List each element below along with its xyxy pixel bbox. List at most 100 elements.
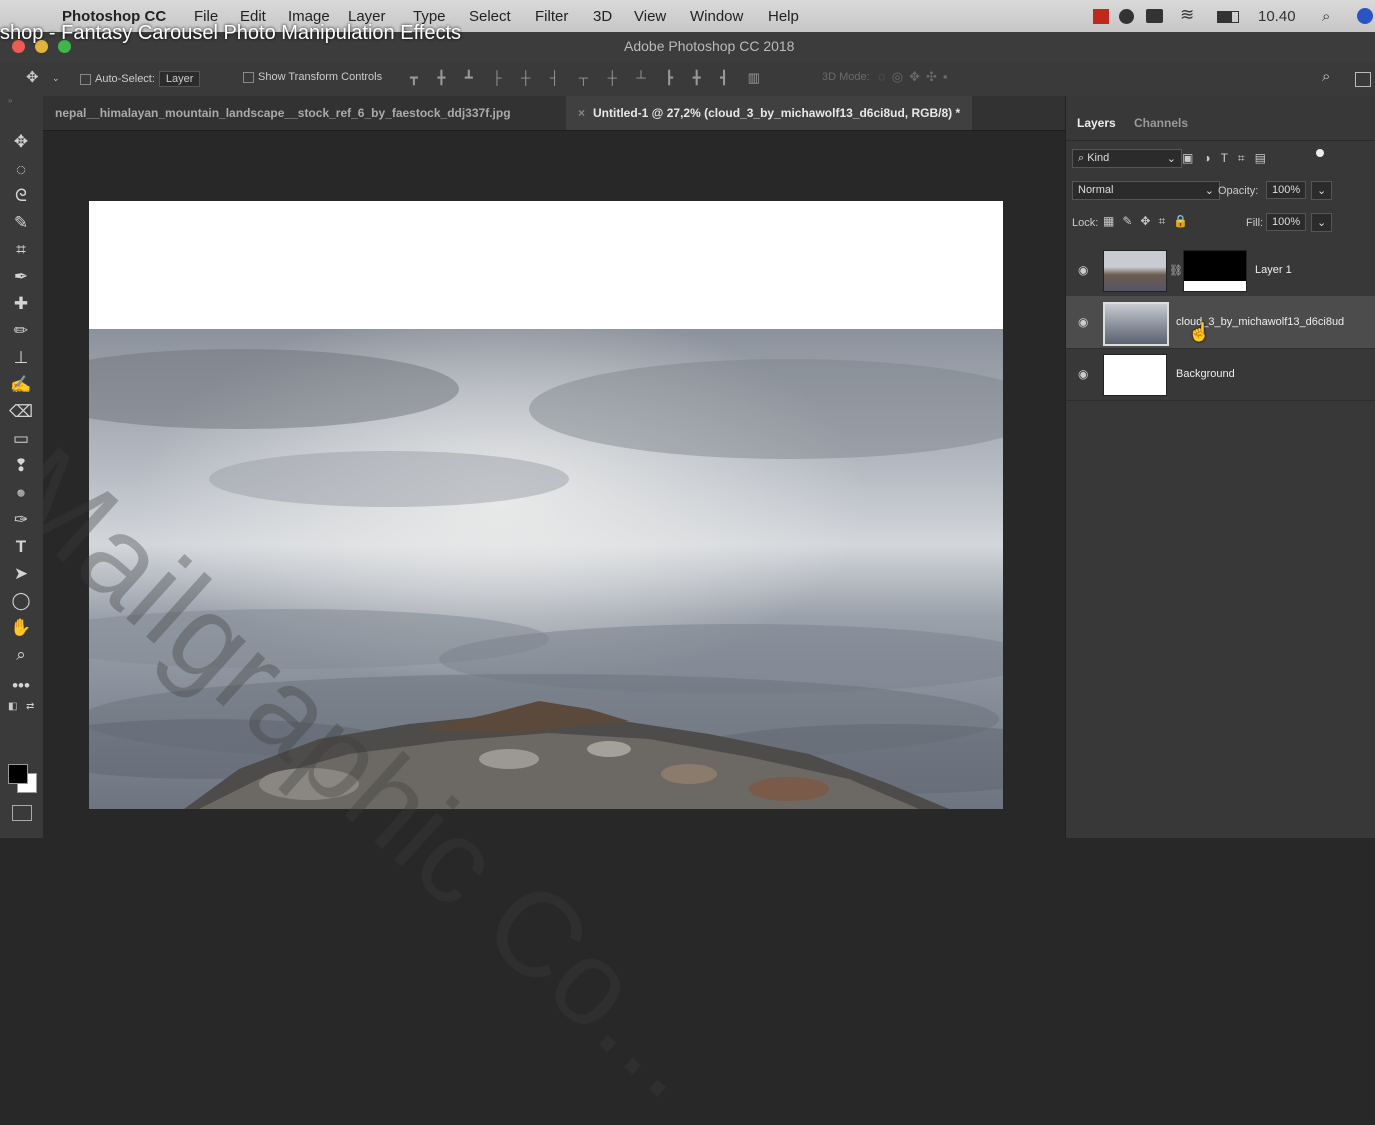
- layer-thumbnail: [1103, 302, 1169, 346]
- tab-label: nepal__himalayan_mountain_landscape__sto…: [55, 106, 511, 120]
- path-selection-tool-icon[interactable]: ➤: [8, 562, 34, 586]
- visibility-eye-icon[interactable]: ◉: [1078, 367, 1088, 381]
- healing-brush-tool-icon[interactable]: ✚: [8, 292, 34, 316]
- menu-3d[interactable]: 3D: [593, 8, 612, 25]
- show-transform-checkbox[interactable]: [243, 71, 254, 83]
- tab-nepal-image[interactable]: nepal__himalayan_mountain_landscape__sto…: [43, 96, 523, 130]
- workspace-icon[interactable]: [1355, 72, 1371, 87]
- 3d-mode-label: 3D Mode:: [822, 71, 870, 83]
- layer-name[interactable]: Background: [1176, 368, 1235, 380]
- layers-panel: Layers Channels ⌕ Kind ⌄ ▣◑T⌗▤ Normal ⌄ Op…: [1065, 96, 1375, 838]
- marquee-tool-icon[interactable]: ◌: [8, 158, 34, 182]
- layer-thumbnail: [1103, 354, 1167, 396]
- lock-label: Lock:: [1072, 217, 1099, 229]
- pen-tool-icon[interactable]: ✑: [8, 508, 34, 532]
- quick-selection-tool-icon[interactable]: ✎: [8, 211, 34, 235]
- menu-window[interactable]: Window: [690, 8, 743, 25]
- blend-mode-dropdown[interactable]: Normal ⌄: [1072, 181, 1220, 200]
- show-transform-label: Show Transform Controls: [258, 71, 383, 83]
- auto-select-checkbox[interactable]: [80, 73, 91, 85]
- crop-tool-icon[interactable]: ⌗: [8, 238, 34, 262]
- visibility-eye-icon[interactable]: ◉: [1078, 315, 1088, 329]
- tab-channels[interactable]: Channels: [1134, 116, 1188, 130]
- opacity-input[interactable]: 100%: [1266, 181, 1307, 199]
- dodge-tool-icon[interactable]: ●: [8, 481, 34, 505]
- spotlight-search-icon[interactable]: ⌕: [1322, 8, 1330, 25]
- fill-input[interactable]: 100%: [1266, 213, 1307, 231]
- gradient-tool-icon[interactable]: ▭: [8, 427, 34, 451]
- layer-row-layer-1[interactable]: ◉ ⛓ Layer 1: [1066, 244, 1375, 297]
- menu-select[interactable]: Select: [469, 8, 511, 25]
- document-canvas[interactable]: [89, 201, 1003, 809]
- menu-view[interactable]: View: [634, 8, 666, 25]
- opacity-slider-toggle[interactable]: ⌄: [1311, 181, 1333, 200]
- filter-toggle-icon[interactable]: [1316, 149, 1324, 157]
- auto-select-control[interactable]: Auto-Select: Layer: [80, 71, 201, 87]
- menu-clock[interactable]: 10.40: [1258, 8, 1296, 25]
- canvas-area[interactable]: [43, 131, 1065, 838]
- chevron-down-icon: ⌄: [1166, 153, 1176, 165]
- layer-filter-icons[interactable]: ▣◑T⌗▤: [1182, 151, 1276, 166]
- auto-select-dropdown[interactable]: Layer: [158, 71, 201, 87]
- quick-mask-icon[interactable]: [12, 805, 32, 821]
- kind-filter-dropdown[interactable]: ⌕ Kind ⌄: [1072, 149, 1182, 168]
- collapse-panel-icon[interactable]: »: [8, 96, 12, 105]
- fill-slider-toggle[interactable]: ⌄: [1311, 213, 1333, 232]
- foreground-color-swatch[interactable]: [8, 764, 28, 784]
- layer-name[interactable]: Layer 1: [1255, 264, 1292, 276]
- layer-thumbnail: [1103, 250, 1167, 292]
- menu-filter[interactable]: Filter: [535, 8, 568, 25]
- default-colors-icon[interactable]: ◧: [8, 701, 17, 712]
- tools-panel: » ✥ ◌ ᘓ ✎ ⌗ ✒ ✚ ✏ ⊥ ✍ ⌫ ▭ ❢ ● ✑ T ➤ ◯ ✋ …: [0, 96, 44, 838]
- lock-icons[interactable]: ▦✎✥⌗🔒: [1103, 214, 1196, 229]
- move-tool-icon[interactable]: ✥: [8, 130, 34, 154]
- preset-dropdown-icon[interactable]: ⌄: [52, 73, 60, 84]
- brush-tool-icon[interactable]: ✏: [8, 319, 34, 343]
- layer-row-background[interactable]: ◉ Background: [1066, 348, 1375, 401]
- chevron-down-icon: ⌄: [1204, 185, 1214, 197]
- tab-label: Untitled-1 @ 27,2% (cloud_3_by_michawolf…: [593, 106, 961, 120]
- recording-icon[interactable]: [1093, 9, 1109, 24]
- blur-tool-icon[interactable]: ❢: [8, 454, 34, 478]
- video-title-overlay: shop - Fantasy Carousel Photo Manipulati…: [0, 22, 461, 44]
- status-app-icon[interactable]: [1119, 9, 1134, 24]
- layer-mask-thumbnail[interactable]: [1183, 250, 1247, 292]
- tab-layers[interactable]: Layers: [1077, 116, 1116, 130]
- close-tab-icon[interactable]: ×: [578, 106, 585, 120]
- move-tool-preset-icon[interactable]: ✥: [26, 68, 39, 86]
- ellipse-tool-icon[interactable]: ◯: [8, 589, 34, 613]
- edit-toolbar-icon[interactable]: •••: [8, 674, 34, 698]
- show-transform-control[interactable]: Show Transform Controls: [243, 71, 382, 83]
- kind-label: Kind: [1087, 152, 1110, 164]
- layer-row-cloud[interactable]: ◉ cloud_3_by_michawolf13_d6ci8ud: [1066, 296, 1375, 349]
- window-title: Adobe Photoshop CC 2018: [624, 38, 795, 54]
- eraser-tool-icon[interactable]: ⌫: [8, 400, 34, 424]
- mask-link-icon[interactable]: ⛓: [1169, 264, 1183, 277]
- auto-select-label: Auto-Select:: [95, 73, 155, 85]
- menu-help[interactable]: Help: [768, 8, 799, 25]
- search-icon[interactable]: ⌕: [1322, 68, 1330, 85]
- fill-label: Fill:: [1246, 217, 1264, 229]
- wifi-icon[interactable]: ≋: [1180, 5, 1194, 25]
- document-tab-bar: nepal__himalayan_mountain_landscape__sto…: [43, 96, 1065, 131]
- zoom-tool-icon[interactable]: ⌕: [8, 643, 34, 667]
- battery-icon[interactable]: [1217, 11, 1239, 23]
- history-brush-tool-icon[interactable]: ✍: [8, 373, 34, 397]
- cloud-photo-layer: [89, 329, 1003, 809]
- hand-cursor-icon: ☝: [1188, 322, 1211, 342]
- hand-tool-icon[interactable]: ✋: [8, 616, 34, 640]
- airplay-icon[interactable]: [1146, 9, 1163, 23]
- panel-divider: [1066, 140, 1375, 141]
- lasso-tool-icon[interactable]: ᘓ: [8, 184, 34, 208]
- siri-icon[interactable]: [1357, 8, 1373, 24]
- eyedropper-tool-icon[interactable]: ✒: [8, 265, 34, 289]
- 3d-mode-icons: ◌◎✥✣▪: [878, 69, 954, 84]
- clone-stamp-tool-icon[interactable]: ⊥: [8, 346, 34, 370]
- opacity-label: Opacity:: [1218, 185, 1259, 197]
- align-distribute-icons[interactable]: ┳ ╋ ┻ ├ ┼ ┤ ┬ ┼ ┴ ┣ ╋ ┫ ▥: [410, 70, 768, 86]
- visibility-eye-icon[interactable]: ◉: [1078, 263, 1088, 277]
- tab-untitled-1[interactable]: × Untitled-1 @ 27,2% (cloud_3_by_michawol…: [566, 96, 973, 130]
- swap-colors-icon[interactable]: ⇄: [26, 701, 34, 712]
- mask-white-area: [1184, 281, 1246, 291]
- type-tool-icon[interactable]: T: [8, 535, 34, 559]
